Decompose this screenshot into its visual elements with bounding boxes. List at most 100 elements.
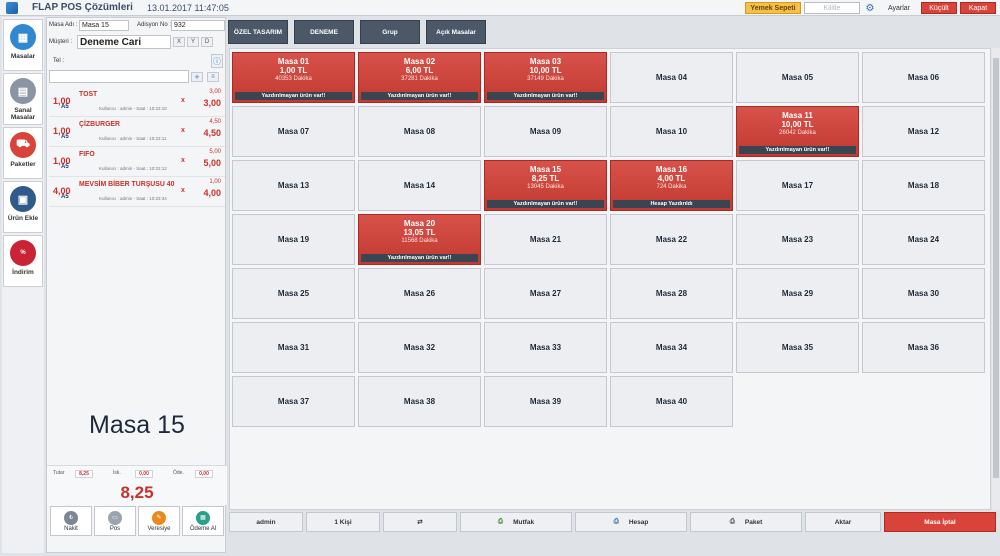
table-cell[interactable]: Masa 03 10,00 TL 37149 Dakika Yazdırılmayan… [484,52,607,103]
tables-grid: Masa 01 1,00 TL 40353 Dakika Yazdırılmayan … [229,48,991,510]
masa-adi-field[interactable]: Masa 15 [79,20,129,31]
table-cell[interactable]: Masa 15 8,25 TL 13045 Dakika Yazdırılmayan … [484,160,607,211]
info-icon[interactable]: ⓘ [211,54,223,68]
order-item[interactable]: 4,00 A5 MEVSİM BİBER TURŞUSU 40 Kullanıc… [49,177,225,207]
table-cell[interactable]: Masa 40 [610,376,733,427]
order-item[interactable]: 1,00 A5 FIFO Kullanıcı : admin - Saat : … [49,147,225,177]
minimize-button[interactable]: Küçült [921,2,957,14]
table-cell[interactable]: Masa 20 13,05 TL 11568 Dakika Yazdırılmayan… [358,214,481,265]
transfer-button[interactable]: ⇄ [383,512,457,532]
table-cell[interactable]: Masa 06 [862,52,985,103]
item-remove-icon[interactable]: x [181,97,185,104]
table-cell[interactable]: Masa 12 [862,106,985,157]
customer-new-button[interactable]: Y [187,37,199,47]
adisyon-label: Adisyon No : [137,22,172,28]
table-cell[interactable]: Masa 35 [736,322,859,373]
table-cell[interactable]: Masa 17 [736,160,859,211]
nakit-button[interactable]: ₺ Nakit [50,506,92,536]
item-remove-icon[interactable]: x [181,187,185,194]
bill-print-button[interactable]: ⎙ Hesap [575,512,687,532]
nav-item-paketler[interactable]: ⛟ Paketler [3,127,43,179]
nav-item-masalar[interactable]: ▦ Masalar [3,19,43,71]
tab-acik-masalar[interactable]: Açık Masalar [426,20,486,44]
item-total: 5,00 [203,158,221,168]
veresiye-button[interactable]: ✎ Veresiye [138,506,180,536]
item-name: TOST [79,89,98,98]
table-cell[interactable]: Masa 21 [484,214,607,265]
user-button[interactable]: admin [229,512,303,532]
table-cell[interactable]: Masa 27 [484,268,607,319]
scrollbar-thumb[interactable] [993,58,999,478]
tab-ozel-tasarim[interactable]: ÖZEL TASARIM [228,20,288,44]
package-print-button[interactable]: ⎙ Paket [690,512,802,532]
cancel-table-button[interactable]: Masa İptal [884,512,996,532]
table-cell[interactable]: Masa 07 [232,106,355,157]
customer-field[interactable]: Deneme Cari [77,35,171,49]
item-remove-icon[interactable]: x [181,127,185,134]
odeme-al-button[interactable]: ▦ Ödeme Al [182,506,224,536]
item-remove-icon[interactable]: x [181,157,185,164]
nav-item-sanal-masalar[interactable]: ▤ Sanal Masalar [3,73,43,125]
table-cell[interactable]: Masa 37 [232,376,355,427]
yemek-sepeti-button[interactable]: Yemek Sepeti [745,2,801,14]
table-name: Masa 05 [781,73,814,82]
order-item[interactable]: 1,00 A5 TOST Kullanıcı : admin - Saat : … [49,87,225,117]
close-button[interactable]: Kapat [960,2,996,14]
table-name: Masa 22 [655,235,688,244]
adisyon-field[interactable]: 932 [171,20,225,31]
table-cell[interactable]: Masa 29 [736,268,859,319]
table-cell[interactable]: Masa 05 [736,52,859,103]
table-cell[interactable]: Masa 23 [736,214,859,265]
table-name: Masa 07 [277,127,310,136]
pos-button[interactable]: ▭ Pos [94,506,136,536]
table-cell[interactable]: Masa 25 [232,268,355,319]
table-cell[interactable]: Masa 04 [610,52,733,103]
tab-grup[interactable]: Grup [360,20,420,44]
vertical-scrollbar[interactable] [992,48,1000,510]
table-cell[interactable]: Masa 30 [862,268,985,319]
table-cell[interactable]: Masa 13 [232,160,355,211]
table-cell[interactable]: Masa 33 [484,322,607,373]
settings-button[interactable]: Ayarlar [880,2,918,14]
table-cell[interactable]: Masa 14 [358,160,481,211]
tab-deneme[interactable]: DENEME [294,20,354,44]
odenen-value: 0,00 [195,470,213,478]
table-cell[interactable]: Masa 24 [862,214,985,265]
list-icon[interactable]: ≡ [207,72,219,82]
table-cell[interactable]: Masa 38 [358,376,481,427]
table-cell[interactable]: Masa 09 [484,106,607,157]
table-cell[interactable]: Masa 31 [232,322,355,373]
table-cell[interactable]: Masa 39 [484,376,607,427]
table-cell[interactable]: Masa 01 1,00 TL 40353 Dakika Yazdırılmayan … [232,52,355,103]
table-cell[interactable]: Masa 10 [610,106,733,157]
item-total: 3,00 [203,98,221,108]
order-item[interactable]: 1,00 A5 ÇİZBURGER Kullanıcı : admin - Sa… [49,117,225,147]
settings-gear-icon[interactable]: ⚙ [863,2,877,14]
add-icon[interactable]: + [191,72,203,82]
table-cell[interactable]: Masa 32 [358,322,481,373]
lock-button[interactable]: Kilitle [804,2,860,14]
table-cell[interactable]: Masa 26 [358,268,481,319]
customer-search-button[interactable]: D [201,37,213,47]
table-cell[interactable]: Masa 08 [358,106,481,157]
kitchen-print-button[interactable]: ⎙ Mutfak [460,512,572,532]
nav-item-indirim[interactable]: % İndirim [3,235,43,287]
guest-count-button[interactable]: 1 Kişi [306,512,380,532]
item-people-icon: A5 [61,194,69,200]
table-duration: 26042 Dakika [779,130,816,136]
table-cell[interactable]: Masa 34 [610,322,733,373]
table-name: Masa 40 [655,397,688,406]
transfer-order-button[interactable]: Aktar [805,512,881,532]
table-cell[interactable]: Masa 19 [232,214,355,265]
table-cell[interactable]: Masa 36 [862,322,985,373]
table-cell[interactable]: Masa 18 [862,160,985,211]
tel-field[interactable] [49,70,189,83]
table-cell[interactable]: Masa 02 6,00 TL 37281 Dakika Yazdırılmayan … [358,52,481,103]
table-cell[interactable]: Masa 22 [610,214,733,265]
nav-item-urun-ekle[interactable]: ▣ Ürün Ekle [3,181,43,233]
table-amount: 10,00 TL [529,66,562,75]
table-cell[interactable]: Masa 11 10,00 TL 26042 Dakika Yazdırılmayan… [736,106,859,157]
table-cell[interactable]: Masa 28 [610,268,733,319]
customer-clear-button[interactable]: X [173,37,185,47]
table-cell[interactable]: Masa 16 4,00 TL 724 Dakika Hesap Yazdırıldı [610,160,733,211]
